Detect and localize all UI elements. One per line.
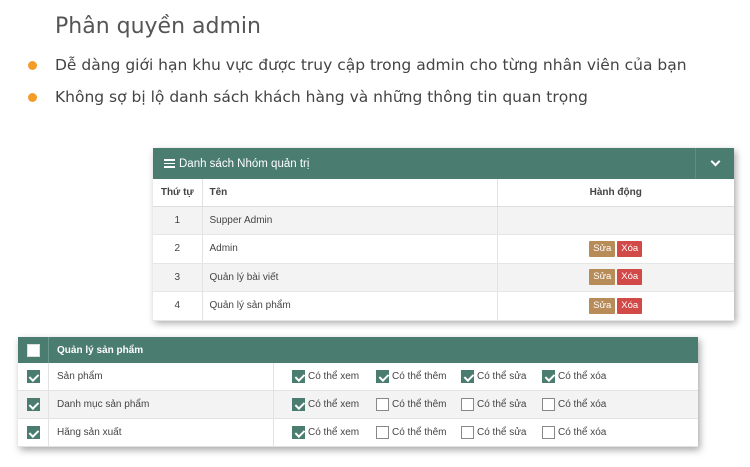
perm-edit-checkbox[interactable]: [461, 370, 474, 383]
collapse-toggle-button[interactable]: [695, 148, 734, 179]
chevron-down-icon: [710, 156, 720, 167]
column-header-name: Tên: [202, 179, 498, 207]
permission-options: Có thể xem Có thể thêm Có thể sửa Có thể xó…: [274, 426, 698, 439]
row-name: Admin: [202, 234, 498, 264]
row-actions: Sửa Xóa: [497, 291, 734, 321]
column-header-actions: Hành động: [497, 179, 734, 207]
select-all-checkbox[interactable]: [26, 343, 40, 357]
perm-edit-option[interactable]: Có thể sửa: [461, 370, 542, 383]
perm-delete-checkbox[interactable]: [542, 398, 555, 411]
row-order: 3: [153, 263, 203, 292]
table-row: 3 Quản lý bài viết Sửa Xóa: [153, 263, 734, 292]
perm-view-label: Có thể xem: [308, 371, 360, 382]
perm-delete-label: Có thể xóa: [558, 399, 607, 410]
delete-button[interactable]: Xóa: [617, 269, 643, 286]
permission-row: Sản phẩm Có thể xem Có thể thêm Có thể sửa C…: [18, 362, 698, 391]
row-order: 4: [153, 291, 203, 321]
delete-button[interactable]: Xóa: [617, 240, 643, 257]
row-name: Quản lý bài viết: [202, 263, 498, 292]
permission-group-title: Quản lý sản phẩm: [57, 344, 144, 356]
row-checkbox[interactable]: [26, 426, 40, 439]
perm-delete-label: Có thể xóa: [558, 371, 607, 382]
row-actions: [497, 206, 734, 235]
table-row: 1 Supper Admin: [153, 206, 734, 235]
perm-delete-option[interactable]: Có thể xóa: [542, 370, 622, 383]
row-name: Supper Admin: [202, 206, 498, 235]
permission-panel: Quản lý sản phẩm Sản phẩm Có thể xem Có th…: [18, 337, 698, 447]
perm-view-label: Có thể xem: [308, 427, 360, 438]
perm-add-label: Có thể thêm: [392, 427, 447, 438]
permission-row: Hãng sản xuất Có thể xem Có thể thêm Có thể…: [18, 418, 698, 447]
permission-header: Quản lý sản phẩm: [18, 337, 698, 363]
feature-list: Dễ dàng giới hạn khu vực được truy cập t…: [28, 54, 687, 118]
panel-header: Danh sách Nhóm quản trị: [153, 148, 734, 179]
permission-module-name: Hãng sản xuất: [49, 418, 274, 447]
permission-options: Có thể xem Có thể thêm Có thể sửa Có thể xó…: [274, 398, 698, 411]
perm-edit-label: Có thể sửa: [477, 427, 527, 438]
perm-view-checkbox[interactable]: [292, 370, 305, 383]
admin-group-panel: Danh sách Nhóm quản trị Thứ tự Tên Hành …: [153, 148, 734, 321]
edit-button[interactable]: Sửa: [589, 269, 616, 286]
perm-add-label: Có thể thêm: [392, 399, 447, 410]
perm-edit-label: Có thể sửa: [477, 399, 527, 410]
perm-add-checkbox[interactable]: [376, 426, 389, 439]
column-header-order: Thứ tự: [153, 179, 203, 207]
perm-delete-checkbox[interactable]: [542, 370, 555, 383]
perm-edit-checkbox[interactable]: [461, 398, 474, 411]
perm-delete-label: Có thể xóa: [558, 427, 607, 438]
permission-options: Có thể xem Có thể thêm Có thể sửa Có thể xó…: [274, 370, 698, 383]
list-icon: [164, 159, 175, 168]
perm-edit-option[interactable]: Có thể sửa: [461, 426, 542, 439]
perm-delete-option[interactable]: Có thể xóa: [542, 398, 622, 411]
admin-group-table: Thứ tự Tên Hành động 1 Supper Admin 2 Admin…: [153, 179, 734, 321]
perm-add-option[interactable]: Có thể thêm: [376, 426, 461, 439]
bullet-dot-icon: [28, 61, 37, 70]
table-row: 4 Quản lý sản phẩm Sửa Xóa: [153, 291, 734, 321]
permission-row: Danh mục sản phẩm Có thể xem Có thể thêm Có…: [18, 390, 698, 419]
perm-view-checkbox[interactable]: [292, 398, 305, 411]
perm-edit-option[interactable]: Có thể sửa: [461, 398, 542, 411]
row-order: 1: [153, 206, 203, 235]
bullet-dot-icon: [28, 93, 37, 102]
delete-button[interactable]: Xóa: [617, 297, 643, 314]
row-actions: Sửa Xóa: [497, 263, 734, 292]
permission-module-name: Sản phẩm: [49, 362, 274, 391]
permission-module-name: Danh mục sản phẩm: [49, 390, 274, 419]
edit-button[interactable]: Sửa: [589, 240, 616, 257]
feature-item: Dễ dàng giới hạn khu vực được truy cập t…: [28, 54, 687, 86]
row-name: Quản lý sản phẩm: [202, 291, 498, 321]
perm-add-checkbox[interactable]: [376, 370, 389, 383]
row-actions: Sửa Xóa: [497, 234, 734, 264]
perm-add-option[interactable]: Có thể thêm: [376, 370, 461, 383]
table-row: 2 Admin Sửa Xóa: [153, 234, 734, 264]
row-order: 2: [153, 234, 203, 264]
perm-add-label: Có thể thêm: [392, 371, 447, 382]
feature-item: Không sợ bị lộ danh sách khách hàng và n…: [28, 86, 687, 118]
perm-view-option[interactable]: Có thể xem: [274, 370, 376, 383]
perm-view-label: Có thể xem: [308, 399, 360, 410]
row-checkbox[interactable]: [26, 370, 40, 383]
perm-view-checkbox[interactable]: [292, 426, 305, 439]
perm-view-option[interactable]: Có thể xem: [274, 398, 376, 411]
panel-title: Danh sách Nhóm quản trị: [179, 157, 310, 170]
section-heading: Phân quyền admin: [55, 14, 261, 39]
row-checkbox[interactable]: [26, 398, 40, 411]
perm-view-option[interactable]: Có thể xem: [274, 426, 376, 439]
perm-edit-label: Có thể sửa: [477, 371, 527, 382]
perm-edit-checkbox[interactable]: [461, 426, 474, 439]
perm-delete-option[interactable]: Có thể xóa: [542, 426, 622, 439]
edit-button[interactable]: Sửa: [589, 297, 616, 314]
perm-delete-checkbox[interactable]: [542, 426, 555, 439]
perm-add-option[interactable]: Có thể thêm: [376, 398, 461, 411]
perm-add-checkbox[interactable]: [376, 398, 389, 411]
